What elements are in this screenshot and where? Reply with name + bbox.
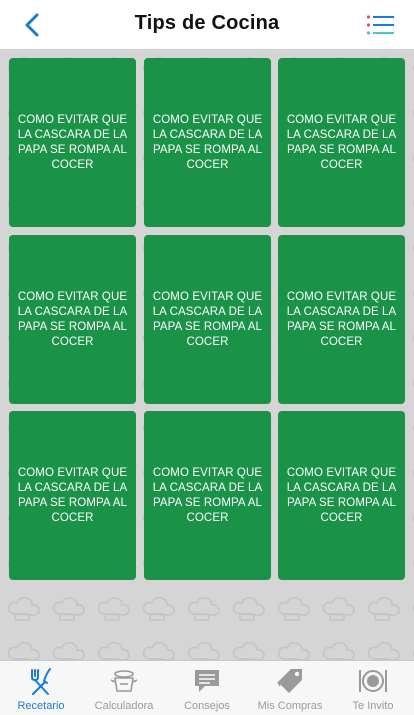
navigation-bar: Tips de Cocina (0, 0, 414, 50)
chat-bubble-icon (195, 670, 219, 692)
scale-icon (110, 670, 138, 692)
tab-label: Consejos (184, 700, 230, 712)
tip-card[interactable]: COMO EVITAR QUE LA CASCARA DE LA PAPA SE… (278, 235, 405, 404)
tip-card-title: COMO EVITAR QUE LA CASCARA DE LA PAPA SE… (17, 466, 128, 524)
tip-card-title: COMO EVITAR QUE LA CASCARA DE LA PAPA SE… (17, 290, 128, 348)
tab-recetario[interactable]: Recetario (0, 661, 82, 715)
tip-card-title: COMO EVITAR QUE LA CASCARA DE LA PAPA SE… (152, 113, 263, 171)
fork-knife-icon (31, 668, 51, 695)
tip-card[interactable]: COMO EVITAR QUE LA CASCARA DE LA PAPA SE… (144, 235, 271, 404)
tips-content-area[interactable]: COMO EVITAR QUE LA CASCARA DE LA PAPA SE… (0, 50, 414, 660)
tip-card-title: COMO EVITAR QUE LA CASCARA DE LA PAPA SE… (286, 290, 397, 348)
page-title: Tips de Cocina (134, 12, 280, 34)
tab-label: Calculadora (94, 700, 154, 712)
tip-card[interactable]: COMO EVITAR QUE LA CASCARA DE LA PAPA SE… (144, 411, 271, 580)
tip-card[interactable]: COMO EVITAR QUE LA CASCARA DE LA PAPA SE… (278, 58, 405, 227)
plate-icon (359, 670, 387, 692)
tip-card-title: COMO EVITAR QUE LA CASCARA DE LA PAPA SE… (152, 290, 263, 348)
tip-card-title: COMO EVITAR QUE LA CASCARA DE LA PAPA SE… (152, 466, 263, 524)
tab-calculadora[interactable]: Calculadora (83, 661, 165, 715)
tab-label: Te Invito (352, 700, 394, 712)
tip-card[interactable]: COMO EVITAR QUE LA CASCARA DE LA PAPA SE… (9, 411, 136, 580)
tip-card[interactable]: COMO EVITAR QUE LA CASCARA DE LA PAPA SE… (278, 411, 405, 580)
tab-bar: Recetario Calculadora Consejos Mis Compr… (0, 660, 414, 715)
tip-card-title: COMO EVITAR QUE LA CASCARA DE LA PAPA SE… (286, 466, 397, 524)
tab-consejos[interactable]: Consejos (166, 661, 248, 715)
tag-icon (277, 669, 302, 693)
tip-card[interactable]: COMO EVITAR QUE LA CASCARA DE LA PAPA SE… (9, 58, 136, 227)
tip-card[interactable]: COMO EVITAR QUE LA CASCARA DE LA PAPA SE… (9, 235, 136, 404)
tab-mis-compras[interactable]: Mis Compras (249, 661, 331, 715)
tip-card-title: COMO EVITAR QUE LA CASCARA DE LA PAPA SE… (17, 113, 128, 171)
tab-label: Mis Compras (257, 700, 323, 712)
list-icon[interactable] (366, 14, 394, 36)
tip-card[interactable]: COMO EVITAR QUE LA CASCARA DE LA PAPA SE… (144, 58, 271, 227)
tip-card-title: COMO EVITAR QUE LA CASCARA DE LA PAPA SE… (286, 113, 397, 171)
tab-te-invito[interactable]: Te Invito (332, 661, 414, 715)
tab-label: Recetario (17, 700, 65, 712)
